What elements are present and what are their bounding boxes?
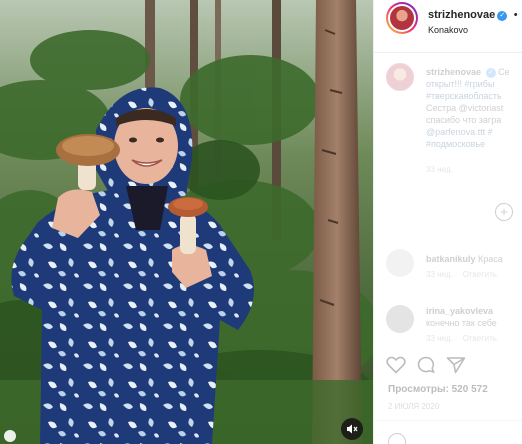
action-bar	[386, 356, 466, 374]
caption-line: спасибо что загра	[426, 115, 502, 125]
caption-line: @parfenova.ttt #	[426, 127, 493, 137]
comment-time: 33 нед.	[426, 334, 453, 343]
comment-text: конечно так себе	[426, 318, 497, 328]
caption-line: #тверскаяобласть	[426, 91, 502, 101]
comment-avatar[interactable]	[386, 249, 414, 277]
caption-line: #подмосковье	[426, 139, 486, 149]
corner-indicator	[4, 430, 16, 442]
plus-circle-icon[interactable]: +	[495, 203, 513, 221]
speaker-muted-icon	[346, 423, 358, 435]
header-separator: •	[513, 9, 518, 21]
list-item: irina_yakovleva конечно так себе 33 нед.…	[386, 305, 507, 345]
comment-username[interactable]: batkanikuly	[426, 254, 476, 264]
caption-line: открыт!!! #грибы	[426, 79, 495, 89]
caption-avatar[interactable]	[386, 63, 414, 91]
post-location[interactable]: Konakovo	[428, 25, 522, 35]
caption-username[interactable]: strizhenovae	[426, 67, 481, 77]
comment-time: 33 нед.	[426, 270, 453, 279]
view-count[interactable]: Просмотры: 520 572	[388, 384, 488, 395]
caption-time: 33 нед.	[426, 165, 453, 174]
heart-icon[interactable]	[386, 356, 406, 374]
list-item: batkanikuly Краса 33 нед. Ответить	[386, 249, 507, 281]
mute-button[interactable]	[341, 418, 363, 440]
speech-bubble-icon[interactable]	[416, 356, 436, 374]
caption-line: Сестра @victoriast	[426, 103, 504, 113]
comment-text: Краса	[478, 254, 503, 264]
verified-badge-icon: ✓	[485, 68, 496, 78]
comments-area-dimmed: strizhenovae ✓ Се открыт!!! #грибы #твер…	[374, 53, 522, 353]
paper-plane-icon[interactable]	[446, 356, 466, 374]
reply-button[interactable]: Ответить	[463, 334, 497, 343]
post-video[interactable]	[0, 0, 373, 444]
post-sidebar: strizhenovae✓ • П Konakovo strizhenovae …	[373, 0, 522, 444]
post-date: 2 ИЮЛЯ 2020	[388, 402, 440, 411]
emoji-icon[interactable]	[388, 433, 406, 444]
forest-scene-image	[0, 0, 373, 444]
footer-divider	[374, 420, 522, 421]
caption: strizhenovae ✓ Се открыт!!! #грибы #твер…	[386, 63, 510, 176]
author-avatar[interactable]	[386, 2, 418, 34]
comment-username[interactable]: irina_yakovleva	[426, 306, 493, 316]
avatar-photo	[390, 6, 414, 30]
caption-line: Се	[498, 67, 510, 77]
reply-button[interactable]: Ответить	[463, 270, 497, 279]
post-header: strizhenovae✓ • П Konakovo	[374, 0, 522, 36]
comment-avatar[interactable]	[386, 305, 414, 333]
verified-badge-icon: ✓	[497, 11, 508, 21]
author-username[interactable]: strizhenovae	[428, 9, 495, 21]
